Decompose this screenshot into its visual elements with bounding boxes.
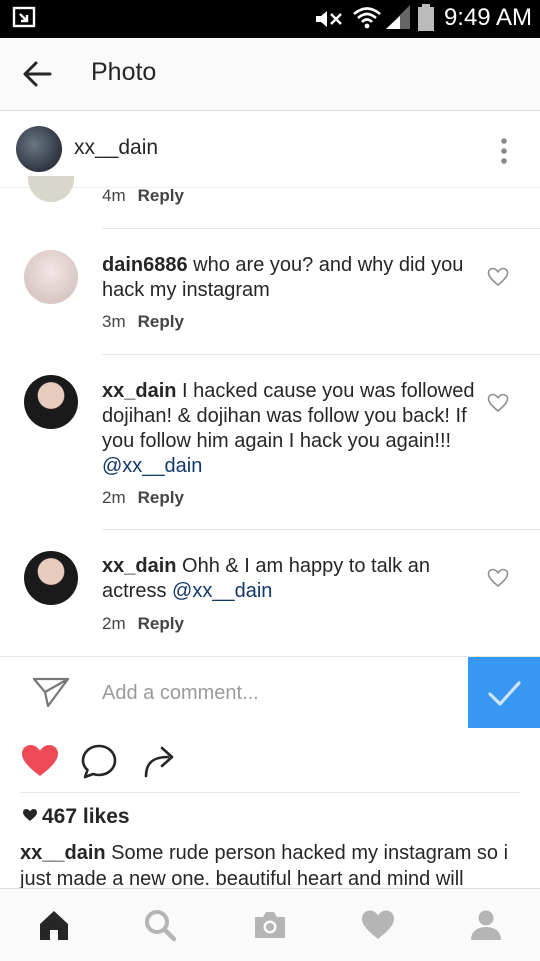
comment-username[interactable]: dain6886 xyxy=(102,254,188,276)
comment-time: 3m xyxy=(102,312,126,331)
send-icon[interactable] xyxy=(32,675,70,709)
camera-icon[interactable] xyxy=(252,907,288,943)
comment-username[interactable]: xx_dain xyxy=(102,380,176,402)
avatar[interactable] xyxy=(16,126,62,172)
comment-time: 4m xyxy=(102,186,126,205)
notification-icon xyxy=(12,6,36,28)
post-username[interactable]: xx__dain xyxy=(74,136,158,160)
reply-button[interactable]: Reply xyxy=(138,614,184,633)
profile-icon[interactable] xyxy=(468,907,504,943)
comment-meta: 2m Reply xyxy=(102,488,184,508)
add-comment-bar xyxy=(0,656,540,728)
comment-meta: 4m Reply xyxy=(102,186,184,206)
comment-time: 2m xyxy=(102,614,126,633)
comment-time: 2m xyxy=(102,488,126,507)
post-comment-button[interactable] xyxy=(468,657,540,728)
post-header: xx__dain xyxy=(0,111,540,188)
likes-label: 467 likes xyxy=(42,805,130,828)
battery-icon xyxy=(418,4,434,31)
heart-outline-icon[interactable] xyxy=(487,568,509,588)
mute-icon xyxy=(316,11,342,27)
comment-text: xx_dain Ohh & I am happy to talk an actr… xyxy=(102,554,477,604)
divider xyxy=(102,228,540,229)
signal-icon xyxy=(386,5,410,29)
heart-outline-icon[interactable] xyxy=(487,267,509,287)
mention-link[interactable]: @xx__dain xyxy=(102,455,202,477)
activity-heart-icon[interactable] xyxy=(360,907,396,943)
comment-icon[interactable] xyxy=(80,743,120,779)
heart-icon xyxy=(23,809,37,821)
bottom-navigation xyxy=(0,888,540,961)
reply-button[interactable]: Reply xyxy=(138,488,184,507)
caption-username[interactable]: xx__dain xyxy=(20,842,106,864)
like-heart-icon[interactable] xyxy=(20,743,60,779)
search-icon[interactable] xyxy=(142,907,178,943)
comment-text: xx_dain I hacked cause you was followed … xyxy=(102,379,477,479)
avatar[interactable] xyxy=(28,176,74,202)
divider xyxy=(102,354,540,355)
avatar[interactable] xyxy=(24,250,78,304)
wifi-icon xyxy=(353,7,381,29)
avatar[interactable] xyxy=(24,375,78,429)
avatar[interactable] xyxy=(24,551,78,605)
comment-text: dain6886 who are you? and why did you ha… xyxy=(102,253,472,303)
comment-username[interactable]: xx_dain xyxy=(102,555,176,577)
more-options-icon[interactable] xyxy=(494,133,514,173)
heart-outline-icon[interactable] xyxy=(487,393,509,413)
reply-button[interactable]: Reply xyxy=(138,186,184,205)
mention-link[interactable]: @xx__dain xyxy=(172,580,272,602)
post-caption: xx__dain Some rude person hacked my inst… xyxy=(20,840,525,892)
status-bar: 9:49 AM xyxy=(0,0,540,38)
divider xyxy=(20,792,520,793)
comment-meta: 3m Reply xyxy=(102,312,184,332)
clock: 9:49 AM xyxy=(443,4,532,31)
comment-input[interactable] xyxy=(100,675,444,711)
back-arrow-icon[interactable] xyxy=(20,56,56,92)
checkmark-icon xyxy=(488,681,521,706)
top-app-bar: Photo xyxy=(0,38,540,111)
likes-count[interactable]: 467 likes xyxy=(22,805,130,829)
divider xyxy=(102,529,540,530)
share-icon[interactable] xyxy=(140,743,180,779)
page-title: Photo xyxy=(91,58,157,86)
reply-button[interactable]: Reply xyxy=(138,312,184,331)
home-icon[interactable] xyxy=(36,907,72,943)
comment-meta: 2m Reply xyxy=(102,614,184,634)
